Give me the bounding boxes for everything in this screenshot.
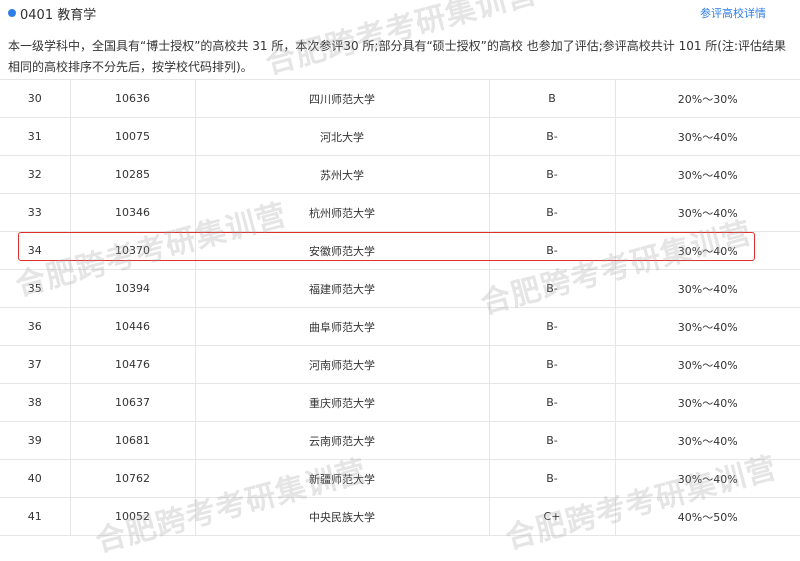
cell-range: 30%～40%	[614, 231, 800, 270]
table-row: 41 10052 中央民族大学 C+ 40%～50%	[0, 497, 800, 536]
cell-range: 30%～40%	[614, 193, 800, 232]
cell-rank: 39	[0, 421, 70, 460]
cell-range: 30%～40%	[614, 117, 800, 156]
cell-name: 河南师范大学	[194, 345, 489, 384]
cell-code: 10762	[69, 459, 195, 498]
cell-rank: 30	[0, 79, 70, 118]
cell-rank: 33	[0, 193, 70, 232]
cell-code: 10681	[69, 421, 195, 460]
section-title: 0401 教育学	[20, 8, 97, 23]
cell-grade: B-	[488, 269, 615, 308]
cell-grade: B-	[488, 459, 615, 498]
cell-name: 河北大学	[194, 117, 489, 156]
table-row: 37 10476 河南师范大学 B- 30%～40%	[0, 345, 800, 384]
cell-grade: B-	[488, 117, 615, 156]
cell-grade: B-	[488, 155, 615, 194]
cell-range: 30%～40%	[614, 307, 800, 346]
table-row: 30 10636 四川师范大学 B 20%～30%	[0, 79, 800, 118]
cell-rank: 34	[0, 231, 70, 270]
cell-name: 杭州师范大学	[194, 193, 489, 232]
cell-rank: 36	[0, 307, 70, 346]
cell-code: 10370	[69, 231, 195, 270]
bullet-icon	[8, 9, 16, 17]
cell-range: 30%～40%	[614, 421, 800, 460]
table-row: 36 10446 曲阜师范大学 B- 30%～40%	[0, 307, 800, 346]
table-row: 39 10681 云南师范大学 B- 30%～40%	[0, 421, 800, 460]
cell-grade: B-	[488, 345, 615, 384]
cell-range: 30%～40%	[614, 345, 800, 384]
cell-range: 20%～30%	[614, 79, 800, 118]
cell-code: 10285	[69, 155, 195, 194]
cell-grade: B-	[488, 231, 615, 270]
cell-code: 10446	[69, 307, 195, 346]
cell-grade: B-	[488, 307, 615, 346]
cell-name: 曲阜师范大学	[194, 307, 489, 346]
cell-grade: B	[488, 79, 615, 118]
cell-rank: 38	[0, 383, 70, 422]
cell-rank: 40	[0, 459, 70, 498]
cell-range: 30%～40%	[614, 155, 800, 194]
cell-range: 30%～40%	[614, 383, 800, 422]
section-header: 0401 教育学 参评高校详情	[0, 0, 800, 26]
cell-rank: 35	[0, 269, 70, 308]
cell-name: 中央民族大学	[194, 497, 489, 536]
cell-range: 30%～40%	[614, 459, 800, 498]
cell-code: 10346	[69, 193, 195, 232]
table-row: 35 10394 福建师范大学 B- 30%～40%	[0, 269, 800, 308]
cell-range: 30%～40%	[614, 269, 800, 308]
cell-code: 10636	[69, 79, 195, 118]
school-details-link[interactable]: 参评高校详情	[700, 5, 766, 21]
cell-rank: 41	[0, 497, 70, 536]
cell-name: 安徽师范大学	[194, 231, 489, 270]
table-row: 38 10637 重庆师范大学 B- 30%～40%	[0, 383, 800, 422]
cell-rank: 37	[0, 345, 70, 384]
cell-code: 10052	[69, 497, 195, 536]
cell-grade: B-	[488, 193, 615, 232]
cell-grade: C+	[488, 497, 615, 536]
cell-code: 10394	[69, 269, 195, 308]
table-row: 31 10075 河北大学 B- 30%～40%	[0, 117, 800, 156]
discipline-description: 本一级学科中，全国具有“博士授权”的高校共 31 所，本次参评30 所;部分具有…	[8, 39, 787, 74]
cell-code: 10637	[69, 383, 195, 422]
cell-name: 福建师范大学	[194, 269, 489, 308]
cell-rank: 32	[0, 155, 70, 194]
cell-code: 10476	[69, 345, 195, 384]
ranking-table: 30 10636 四川师范大学 B 20%～30% 31 10075 河北大学 B- 30%～40…	[0, 79, 800, 536]
cell-name: 苏州大学	[194, 155, 489, 194]
cell-grade: B-	[488, 421, 615, 460]
cell-range: 40%～50%	[614, 497, 800, 536]
table-row: 32 10285 苏州大学 B- 30%～40%	[0, 155, 800, 194]
table-row: 40 10762 新疆师范大学 B- 30%～40%	[0, 459, 800, 498]
cell-rank: 31	[0, 117, 70, 156]
cell-name: 云南师范大学	[194, 421, 489, 460]
cell-name: 重庆师范大学	[194, 383, 489, 422]
table-row: 34 10370 安徽师范大学 B- 30%～40%	[0, 231, 800, 270]
cell-grade: B-	[488, 383, 615, 422]
cell-name: 四川师范大学	[194, 79, 489, 118]
table-row: 33 10346 杭州师范大学 B- 30%～40%	[0, 193, 800, 232]
cell-name: 新疆师范大学	[194, 459, 489, 498]
cell-code: 10075	[69, 117, 195, 156]
